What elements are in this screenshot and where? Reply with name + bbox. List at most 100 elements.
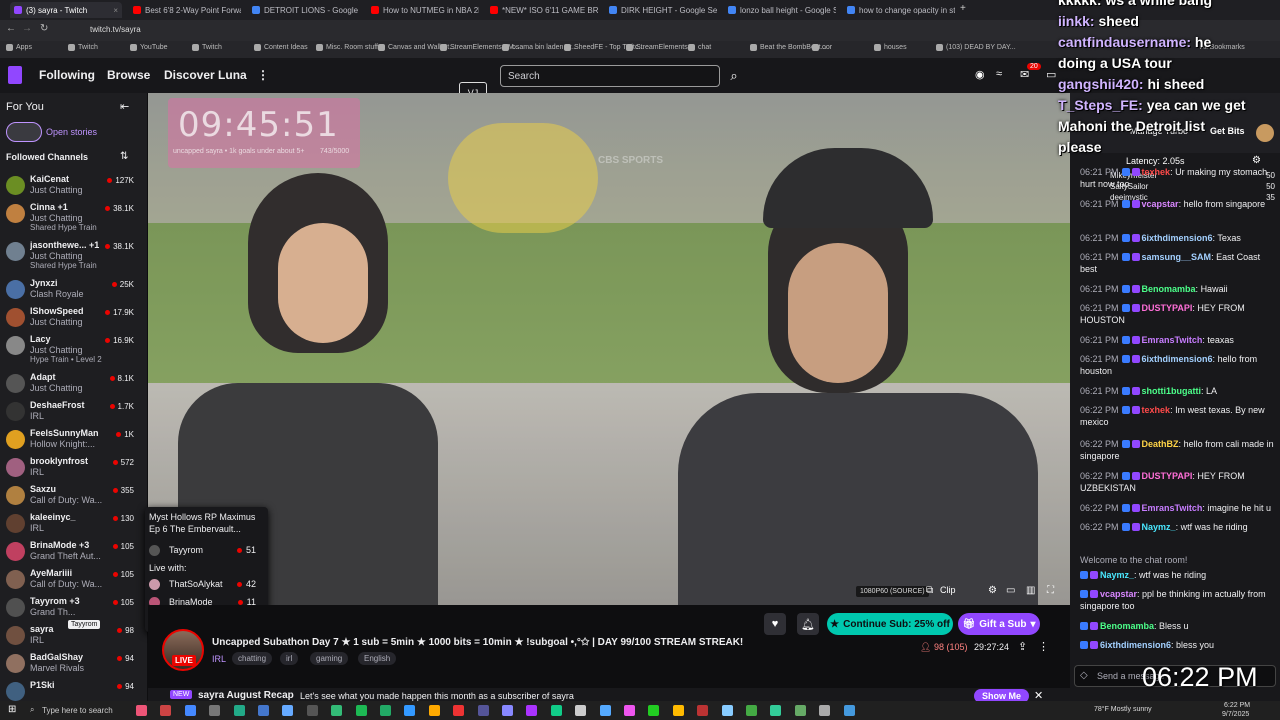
chat-message[interactable]: 06:21 PM 6ixthdimension6: hello from hous…: [1080, 353, 1275, 377]
continue-sub-button[interactable]: ★ Continue Sub: 25% off: [827, 613, 953, 635]
browser-tab[interactable]: DETROIT LIONS - Google Search×: [248, 2, 360, 18]
chat-message[interactable]: Naymz_: wtf was he riding: [1080, 569, 1275, 581]
chat-message[interactable]: 06:22 PM DeathBZ: hello from cali made in…: [1080, 438, 1275, 462]
more-options-icon[interactable]: ⋮: [257, 68, 269, 82]
chat-message[interactable]: 06:21 PM Benomamba: Hawaii: [1080, 283, 1275, 295]
taskbar-app-icon[interactable]: [575, 705, 587, 716]
chat-message[interactable]: 06:22 PM Naymz_: wtf was he riding: [1080, 521, 1275, 533]
sidebar-channel[interactable]: Lacy Just Chatting 16.9K Hype Train • Level…: [0, 332, 147, 364]
follow-heart-icon[interactable]: ♥: [764, 613, 786, 635]
chat-message[interactable]: vcapstar: ppl be thinking im actually fr…: [1080, 588, 1275, 612]
forward-icon[interactable]: →: [22, 23, 32, 34]
theatre-mode-icon[interactable]: ▭: [1006, 585, 1015, 596]
taskbar-app-icon[interactable]: [428, 705, 440, 716]
message-username[interactable]: Benomamba: [1100, 621, 1154, 631]
stream-category[interactable]: IRL: [212, 654, 226, 664]
message-username[interactable]: Naymz_: [1100, 570, 1134, 580]
search-input[interactable]: Search: [500, 65, 720, 87]
browser-tab[interactable]: (3) sayra - Twitch ×: [10, 2, 122, 18]
chat-message[interactable]: Benomamba: Bless u: [1080, 620, 1275, 632]
taskbar-app-icon[interactable]: [672, 705, 684, 716]
sidebar-channel[interactable]: DeshaeFrost IRL 1.7K: [0, 398, 147, 426]
nav-browse[interactable]: Browse: [107, 68, 150, 82]
taskbar-app-icon[interactable]: [184, 705, 196, 716]
sidebar-channel[interactable]: IShowSpeed Just Chatting 17.9K: [0, 304, 147, 332]
sidebar-channel[interactable]: BadGalShay Marvel Rivals 94: [0, 650, 147, 678]
bookmark-item[interactable]: Apps: [6, 44, 32, 51]
taskbar-app-icon[interactable]: [843, 705, 855, 716]
sidebar-channel[interactable]: brooklynfrost IRL 572: [0, 454, 147, 482]
message-username[interactable]: EmransTwitch: [1142, 335, 1203, 345]
taskbar-app-icon[interactable]: [794, 705, 806, 716]
message-username[interactable]: 6ixthdimension6: [1142, 354, 1213, 364]
sidebar-channel[interactable]: KaiCenat Just Chatting 127K: [0, 172, 147, 200]
bookmark-item[interactable]: (103) DEAD BY DAY...: [936, 44, 1016, 51]
chat-message[interactable]: 06:21 PM EmransTwitch: teaxas: [1080, 334, 1275, 346]
sidebar-channel[interactable]: jasonthewe... +1 Just Chatting 38.1K Shared…: [0, 238, 147, 270]
taskbar-app-icon[interactable]: [746, 705, 757, 716]
bookmark-item[interactable]: YouTube: [130, 44, 168, 51]
sidebar-channel[interactable]: Jynxzi Clash Royale 25K: [0, 276, 147, 304]
sidebar-channel[interactable]: Adapt Just Chatting 8.1K: [0, 370, 147, 398]
back-icon[interactable]: ←: [6, 23, 16, 34]
stories-avatars[interactable]: [6, 122, 42, 142]
windows-start-icon[interactable]: ⊞: [8, 704, 16, 715]
taskbar-search[interactable]: Type here to search: [42, 706, 113, 715]
taskbar-app-icon[interactable]: [526, 705, 538, 716]
taskbar-app-icon[interactable]: [550, 705, 562, 716]
sidebar-channel[interactable]: Saxzu Call of Duty: Wa... 355: [0, 482, 147, 510]
bookmark-item[interactable]: Misc. Room stuff: [316, 44, 378, 51]
message-username[interactable]: shotti1bugatti: [1142, 386, 1202, 396]
taskbar-app-icon[interactable]: [282, 705, 294, 716]
stream-tag[interactable]: chatting: [232, 652, 273, 665]
message-username[interactable]: Naymz_: [1142, 522, 1176, 532]
hover-card-host[interactable]: Tayyrom 51: [149, 543, 264, 559]
clip-icon[interactable]: ⧉: [926, 585, 933, 596]
bookmark-item[interactable]: Content Ideas: [254, 44, 308, 51]
stream-tag[interactable]: gaming: [310, 652, 349, 665]
taskbar-app-icon[interactable]: [819, 705, 831, 716]
taskbar-app-icon[interactable]: [648, 705, 660, 716]
taskbar-app-icon[interactable]: [453, 705, 465, 716]
chat-message[interactable]: 06:22 PM DUSTYPAPI: HEY FROM UZBEKISTAN: [1080, 470, 1275, 494]
taskbar-app-icon[interactable]: [306, 705, 318, 716]
browser-tab[interactable]: Best 6'8 2-Way Point Forward×: [129, 2, 241, 18]
chat-message[interactable]: 06:21 PM samsung__SAM: East Coast best: [1080, 251, 1275, 275]
taskbar-app-icon[interactable]: [502, 705, 513, 716]
taskbar-search-icon[interactable]: ⌕: [30, 705, 34, 715]
browser-tab[interactable]: DIRK HEIGHT - Google Search×: [605, 2, 717, 18]
bookmark-item[interactable]: Twitch: [192, 44, 222, 51]
stream-tag[interactable]: English: [358, 652, 397, 665]
collapse-sidebar-icon[interactable]: ⇤: [120, 100, 129, 113]
messages-icon[interactable]: ▭: [1046, 68, 1056, 81]
message-username[interactable]: 6ixthdimension6: [1142, 233, 1213, 243]
browser-tab[interactable]: how to change opacity in stream×: [843, 2, 955, 18]
sidebar-channel[interactable]: AyeMariiii Call of Duty: Wa... 105: [0, 566, 147, 594]
stream-tag[interactable]: irl: [280, 652, 299, 665]
settings-icon[interactable]: ⚙: [988, 585, 997, 596]
sidebar-channel[interactable]: kaleeinyc_ IRL 130: [0, 510, 147, 538]
inbox-icon[interactable]: ✉: [1020, 68, 1029, 81]
sort-icon[interactable]: ⇅: [120, 151, 128, 162]
hover-card-guest[interactable]: ThatSoAlykat 42: [149, 577, 264, 593]
message-username[interactable]: Benomamba: [1142, 284, 1196, 294]
reload-icon[interactable]: ↻: [40, 23, 48, 34]
message-username[interactable]: samsung__SAM: [1142, 252, 1212, 262]
bookmark-item[interactable]: houses: [874, 44, 907, 51]
chat-message[interactable]: 6ixthdimension6: bless you: [1080, 639, 1275, 651]
taskbar-app-icon[interactable]: [477, 705, 489, 716]
bits-icon[interactable]: ◇: [1080, 670, 1088, 681]
crown-icon[interactable]: ◉: [975, 68, 985, 81]
url-field[interactable]: twitch.tv/sayra: [90, 23, 1050, 37]
clip-button[interactable]: Clip: [940, 585, 956, 595]
gift-sub-button[interactable]: 🎁︎ Gift a Sub ▾: [958, 613, 1040, 635]
browser-tab[interactable]: How to NUTMEG in NBA 2K26×: [367, 2, 479, 18]
message-username[interactable]: DUSTYPAPI: [1142, 303, 1193, 313]
chat-message[interactable]: 06:21 PM vcapstar: hello from singapore: [1080, 198, 1275, 210]
taskbar-app-icon[interactable]: [770, 705, 782, 716]
taskbar-app-icon[interactable]: [209, 705, 221, 716]
taskbar-app-icon[interactable]: [331, 705, 343, 716]
share-icon[interactable]: ⇪: [1018, 640, 1027, 653]
close-icon[interactable]: ×: [113, 6, 118, 15]
twitch-logo-icon[interactable]: [8, 66, 22, 84]
